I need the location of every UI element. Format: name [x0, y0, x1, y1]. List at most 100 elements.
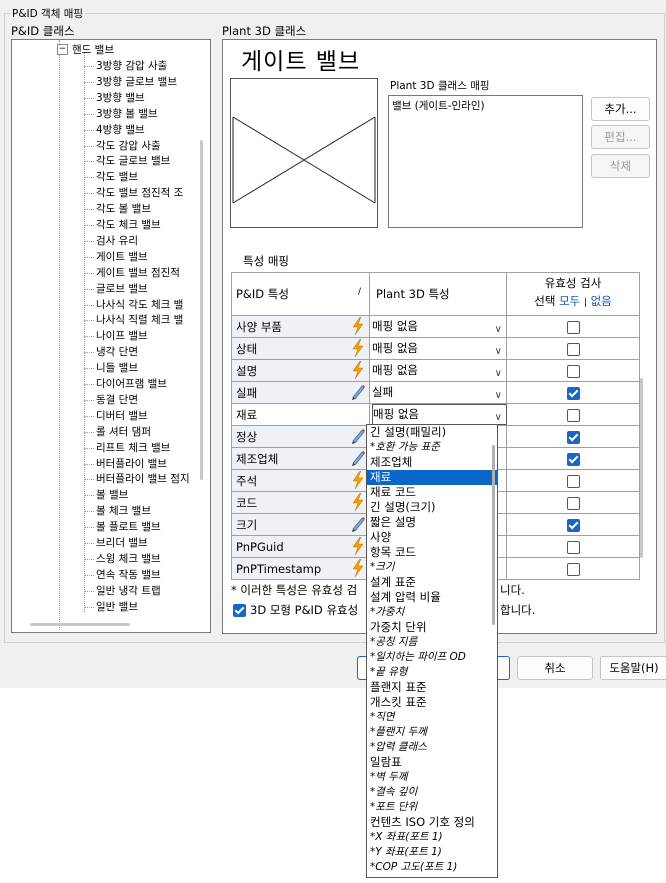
pid-property-cell[interactable]: 크기	[231, 513, 370, 536]
p3d-property-select[interactable]: 매핑 없음 ∨	[372, 339, 506, 358]
p3d-property-cell[interactable]: 매핑 없음 ∨	[369, 337, 507, 360]
p3d-property-select[interactable]: 매핑 없음 ∨	[372, 317, 506, 336]
dropdown-option[interactable]: 재료 코드	[367, 485, 497, 500]
dropdown-option[interactable]: 일람표	[367, 755, 497, 770]
grid-row[interactable]: 설명 매핑 없음 ∨	[231, 359, 640, 382]
grid-row[interactable]: 사양 부품 매핑 없음 ∨	[231, 315, 640, 338]
dropdown-option[interactable]: 플랜지 표준	[367, 680, 497, 695]
col-p3d-header[interactable]: Plant 3D 특성	[369, 272, 507, 316]
p3d-property-select[interactable]: 매핑 없음 ∨	[372, 361, 506, 380]
pid-property-cell[interactable]: PnPGuid	[231, 535, 370, 558]
chevron-down-icon[interactable]: ∨	[495, 320, 502, 339]
pid-property-cell[interactable]: 재료	[231, 403, 370, 426]
p3d-property-dropdown-list[interactable]: 긴 설명(패밀리) *호환 가능 표준 제조업체 재료 재료 코드 긴 설명(크기) 짧은 …	[366, 424, 498, 878]
dropdown-option[interactable]: *공칭 지름	[367, 635, 497, 650]
pid-property-cell[interactable]: 사양 부품	[231, 315, 370, 338]
tree-item-label: 각도 감압 사출	[96, 139, 161, 152]
pid-property-cell[interactable]: 설명	[231, 359, 370, 382]
tree-item-label: 나사식 직렬 체크 밸	[96, 314, 184, 327]
validation-checkbox[interactable]	[566, 496, 580, 510]
p3d-property-cell[interactable]: 실패 ∨	[369, 381, 507, 404]
dropdown-option[interactable]: 설계 표준	[367, 575, 497, 590]
validation-checkbox[interactable]	[566, 320, 580, 334]
col-pid-header[interactable]: P&ID 특성 /	[231, 272, 370, 316]
chevron-down-icon[interactable]: ∨	[495, 364, 502, 383]
tree-hscroll-thumb[interactable]	[30, 623, 130, 626]
pid-class-tree[interactable]: − 핸드 밸브 3방향 감압 사출 3방향 글로브 밸브 3방향 밸브 3방향 볼 밸…	[11, 39, 211, 633]
tree-vscroll-thumb[interactable]	[200, 140, 203, 480]
p3d-property-select[interactable]: 실패 ∨	[372, 383, 506, 402]
p3d-property-cell[interactable]: 매핑 없음 ∨	[369, 315, 507, 338]
validation-cell	[506, 403, 640, 426]
dropdown-option[interactable]: *결속 깊이	[367, 785, 497, 800]
pid-property-cell[interactable]: PnPTimestamp	[231, 557, 370, 580]
validation-checkbox[interactable]	[566, 364, 580, 378]
p3d-property-select[interactable]: 매핑 없음 ∨	[372, 404, 507, 425]
dropdown-option[interactable]: *X 좌표(포트 1)	[367, 830, 497, 845]
add-button[interactable]: 추가...	[591, 97, 650, 121]
validation-checkbox[interactable]	[566, 452, 580, 466]
validate-3d-checkbox[interactable]	[233, 603, 246, 617]
p3d-property-cell[interactable]: 매핑 없음 ∨	[369, 403, 507, 426]
dropdown-option[interactable]: 긴 설명(크기)	[367, 500, 497, 515]
grid-row[interactable]: 상태 매핑 없음 ∨	[231, 337, 640, 360]
edit-button[interactable]: 편집...	[591, 125, 650, 149]
validation-cell	[506, 337, 640, 360]
dropdown-option[interactable]: *압력 클래스	[367, 740, 497, 755]
validation-checkbox[interactable]	[566, 562, 580, 576]
lightning-icon	[350, 360, 366, 380]
collapse-icon[interactable]: −	[57, 44, 68, 55]
pid-property-cell[interactable]: 제조업체	[231, 447, 370, 470]
pid-property-cell[interactable]: 정상	[231, 425, 370, 448]
plant3d-mapping-list[interactable]: 밸브 (게이트-인라인)	[388, 95, 583, 228]
pid-property-cell[interactable]: 실패	[231, 381, 370, 404]
dropdown-option[interactable]: 설계 압력 비율	[367, 590, 497, 605]
dropdown-option[interactable]: 긴 설명(패밀리)	[367, 425, 497, 440]
validation-checkbox[interactable]	[566, 518, 580, 532]
dropdown-option[interactable]: *직면	[367, 710, 497, 725]
grid-row[interactable]: 실패 실패 ∨	[231, 381, 640, 404]
help-button[interactable]: 도움말(H)	[600, 656, 666, 680]
tree-parent-hand-valve[interactable]: 핸드 밸브	[72, 42, 114, 57]
validation-checkbox[interactable]	[566, 540, 580, 554]
validation-checkbox[interactable]	[566, 408, 580, 422]
delete-button[interactable]: 삭제	[591, 154, 650, 178]
dropdown-scrollbar[interactable]	[492, 445, 495, 625]
validation-checkbox[interactable]	[566, 430, 580, 444]
dropdown-option[interactable]: *가중치	[367, 605, 497, 620]
grid-vscroll-thumb[interactable]	[640, 378, 643, 558]
select-none-link[interactable]: 없음	[591, 294, 612, 308]
dropdown-option[interactable]: *호환 가능 표준	[367, 440, 497, 455]
dropdown-option[interactable]: 짧은 설명	[367, 515, 497, 530]
dropdown-option[interactable]: *끝 유형	[367, 665, 497, 680]
dropdown-option[interactable]: *플랜지 두께	[367, 725, 497, 740]
dropdown-option[interactable]: *벽 두께	[367, 770, 497, 785]
dropdown-option[interactable]: *포트 단위	[367, 800, 497, 815]
validation-checkbox[interactable]	[566, 342, 580, 356]
tree-connector	[84, 240, 94, 242]
dropdown-option[interactable]: 항목 코드	[367, 545, 497, 560]
validation-checkbox[interactable]	[566, 386, 580, 400]
dropdown-option[interactable]: 컨텐츠 ISO 기호 정의	[367, 815, 497, 830]
pid-property-cell[interactable]: 주석	[231, 469, 370, 492]
dropdown-option[interactable]: 개스킷 표준	[367, 695, 497, 710]
cancel-button[interactable]: 취소	[517, 656, 593, 680]
dropdown-option[interactable]: 가중치 단위	[367, 620, 497, 635]
dropdown-option[interactable]: *크기	[367, 560, 497, 575]
validation-checkbox[interactable]	[566, 474, 580, 488]
pid-property-cell[interactable]: 코드	[231, 491, 370, 514]
mapping-item[interactable]: 밸브 (게이트-인라인)	[392, 98, 485, 113]
pid-property-cell[interactable]: 상태	[231, 337, 370, 360]
dropdown-option[interactable]: 사양	[367, 530, 497, 545]
dropdown-option[interactable]: 제조업체	[367, 455, 497, 470]
dropdown-option[interactable]: *COP 고도(포트 1)	[367, 860, 497, 875]
chevron-down-icon[interactable]: ∨	[495, 342, 502, 361]
chevron-down-icon[interactable]: ∨	[495, 386, 502, 405]
select-all-link[interactable]: 모두	[559, 294, 580, 308]
dropdown-option[interactable]: 재료	[367, 470, 497, 485]
tree-connector	[84, 256, 94, 258]
p3d-property-cell[interactable]: 매핑 없음 ∨	[369, 359, 507, 382]
grid-row[interactable]: 재료 매핑 없음 ∨	[231, 403, 640, 426]
dropdown-option[interactable]: *일치하는 파이프 OD	[367, 650, 497, 665]
dropdown-option[interactable]: *Y 좌표(포트 1)	[367, 845, 497, 860]
